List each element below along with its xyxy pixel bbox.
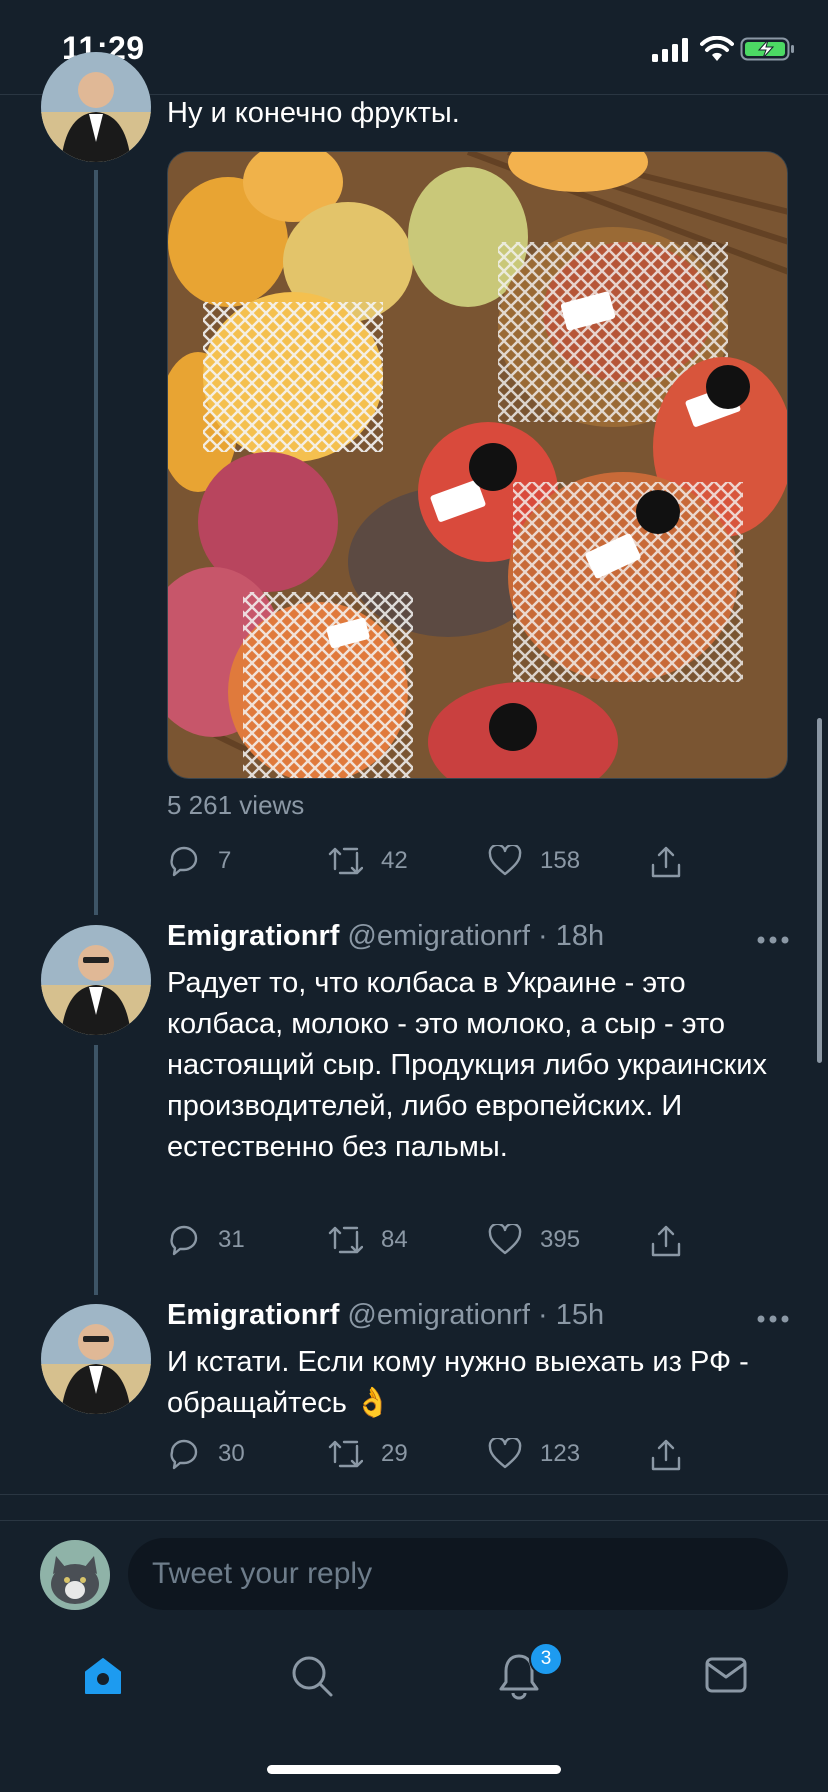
share-icon — [651, 846, 681, 878]
retweet-icon — [328, 1226, 363, 1254]
share-icon — [651, 1439, 681, 1471]
tweet-reply-input[interactable]: Tweet your reply — [128, 1538, 788, 1610]
battery-charging-icon — [740, 37, 794, 61]
share-button[interactable] — [649, 1438, 701, 1472]
fruit-basket-photo — [168, 152, 787, 778]
divider — [0, 1494, 828, 1495]
thread-line — [94, 1045, 98, 1295]
retweet-count: 42 — [381, 847, 408, 874]
share-icon — [651, 1225, 681, 1257]
share-button[interactable] — [649, 1224, 701, 1258]
reply-count: 31 — [218, 1226, 245, 1253]
tweet-header: Emigrationrf @emigrationrf · 15h — [167, 1299, 604, 1332]
retweet-button[interactable]: 29 — [327, 1438, 408, 1470]
heart-icon — [488, 845, 522, 876]
avatar[interactable] — [41, 1304, 151, 1414]
views-count: 5 261 views — [167, 790, 305, 820]
like-count: 123 — [540, 1440, 581, 1467]
like-button[interactable]: 123 — [488, 1438, 580, 1470]
retweet-icon — [328, 1440, 363, 1468]
home-indicator[interactable] — [267, 1765, 561, 1774]
retweet-count: 29 — [381, 1440, 408, 1467]
avatar[interactable] — [41, 925, 151, 1035]
more-options-icon[interactable] — [756, 935, 790, 945]
reply-count: 30 — [218, 1440, 245, 1467]
heart-icon — [488, 1438, 522, 1469]
retweet-icon — [328, 847, 363, 875]
scrollbar[interactable] — [817, 718, 822, 1063]
reply-count: 7 — [218, 847, 232, 874]
reply-icon — [170, 1439, 198, 1470]
more-options-icon[interactable] — [756, 1314, 790, 1324]
reply-icon — [170, 1225, 198, 1256]
tweet-text: Ну и конечно фрукты. — [167, 97, 460, 129]
retweet-button[interactable]: 42 — [327, 845, 408, 877]
reply-icon — [170, 846, 198, 877]
display-name[interactable]: Emigrationrf — [167, 1299, 339, 1331]
retweet-count: 84 — [381, 1226, 408, 1253]
home-icon[interactable] — [82, 1655, 124, 1697]
thread-line — [94, 170, 98, 915]
tweet-media-image[interactable] — [167, 151, 788, 779]
handle-timestamp: @emigrationrf · 15h — [347, 1299, 605, 1331]
tweet-text: Радует то, что колбаса в Украине - это к… — [167, 967, 767, 1163]
messages-envelope-icon[interactable] — [704, 1656, 748, 1694]
heart-icon — [488, 1224, 522, 1255]
reply-button[interactable]: 31 — [168, 1224, 245, 1256]
search-icon[interactable] — [290, 1654, 334, 1698]
tweet-header: Emigrationrf @emigrationrf · 18h — [167, 920, 604, 953]
retweet-button[interactable]: 84 — [327, 1224, 408, 1256]
like-count: 158 — [540, 847, 581, 874]
cellular-signal-icon — [652, 38, 688, 62]
notifications-badge: 3 — [529, 1642, 563, 1676]
wifi-icon — [700, 36, 734, 61]
my-avatar[interactable] — [40, 1540, 110, 1610]
like-button[interactable]: 395 — [488, 1224, 580, 1256]
share-button[interactable] — [649, 845, 701, 879]
like-button[interactable]: 158 — [488, 845, 580, 877]
avatar[interactable] — [41, 52, 151, 162]
display-name[interactable]: Emigrationrf — [167, 920, 339, 952]
reply-button[interactable]: 30 — [168, 1438, 245, 1470]
tweet-text: И кстати. Если кому нужно выехать из РФ … — [167, 1346, 749, 1419]
like-count: 395 — [540, 1226, 581, 1253]
handle-timestamp: @emigrationrf · 18h — [347, 920, 605, 952]
reply-button[interactable]: 7 — [168, 845, 231, 877]
